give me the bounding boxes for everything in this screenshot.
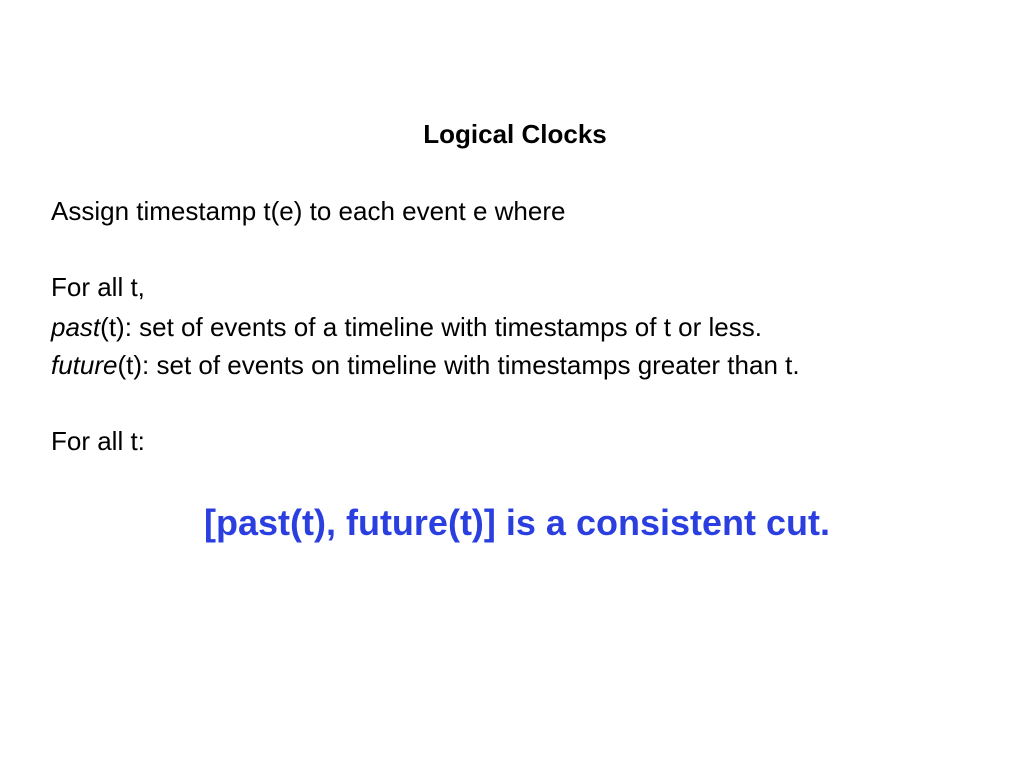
past-definition-text: (t): set of events of a timeline with ti…	[100, 312, 762, 342]
slide: Logical Clocks Assign timestamp t(e) to …	[0, 0, 1024, 768]
slide-title: Logical Clocks	[423, 119, 607, 149]
future-term: future	[51, 350, 118, 380]
for-all-line-2: For all t:	[51, 426, 145, 456]
future-definition-text: (t): set of events on timeline with time…	[117, 350, 800, 380]
past-definition-line: past(t): set of events of a timeline wit…	[51, 309, 762, 345]
assign-timestamp-line: Assign timestamp t(e) to each event e wh…	[51, 196, 566, 226]
consistent-cut-statement: [past(t), future(t)] is a consistent cut…	[203, 502, 830, 543]
for-all-line-1: For all t,	[51, 272, 145, 302]
past-term: past	[51, 312, 101, 342]
future-definition-line: future(t): set of events on timeline wit…	[51, 347, 800, 383]
